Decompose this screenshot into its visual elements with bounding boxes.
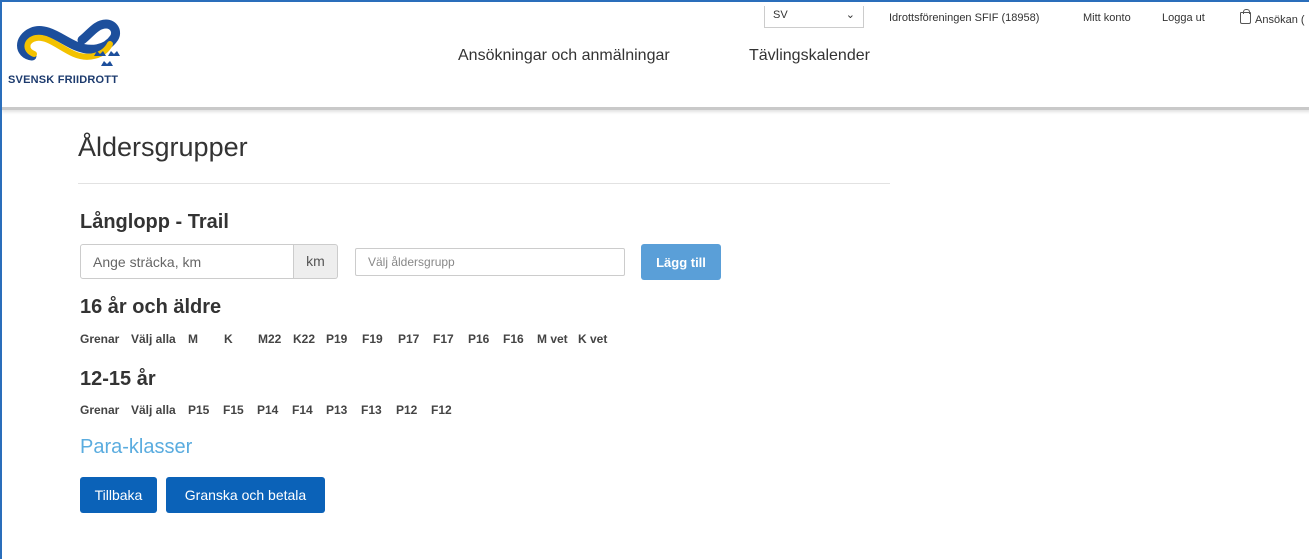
site-header: SVENSK FRIIDROTT Ansökningar och anmälni…	[2, 2, 1309, 110]
distance-input-group: km	[80, 244, 338, 279]
review-and-pay-button[interactable]: Granska och betala	[166, 477, 325, 513]
browser-frame: SVENSK FRIIDROTT Ansökningar och anmälni…	[0, 0, 1309, 559]
class-option[interactable]: K	[224, 332, 233, 346]
class-option[interactable]: P19	[326, 332, 347, 346]
page-title: Åldersgrupper	[78, 132, 248, 162]
class-option[interactable]: F16	[503, 332, 524, 346]
logout-link[interactable]: Logga ut	[1162, 12, 1205, 24]
back-button[interactable]: Tillbaka	[80, 477, 157, 513]
shopping-bag-icon	[1240, 9, 1251, 24]
section-title: Långlopp - Trail	[80, 211, 229, 233]
class-option[interactable]: M vet	[537, 332, 568, 346]
class-option[interactable]: F15	[223, 403, 244, 417]
class-option[interactable]: P14	[257, 403, 278, 417]
class-option[interactable]: P12	[396, 403, 417, 417]
add-button[interactable]: Lägg till	[641, 244, 721, 280]
language-select[interactable]: SV ⌄	[764, 6, 864, 28]
logo-text: SVENSK FRIIDROTT	[8, 74, 119, 86]
class-option[interactable]: F13	[361, 403, 382, 417]
events-label: Grenar	[80, 332, 120, 346]
nav-applications[interactable]: Ansökningar och anmälningar	[458, 47, 670, 65]
age-group-title: 16 år och äldre	[80, 296, 222, 318]
events-label: Grenar	[80, 403, 120, 417]
class-option[interactable]: K vet	[578, 332, 607, 346]
age-group-input[interactable]	[355, 248, 625, 276]
class-option[interactable]: M	[188, 332, 198, 346]
select-all-link[interactable]: Välj alla	[131, 403, 176, 417]
class-option[interactable]: P15	[188, 403, 209, 417]
application-cart-label: Ansökan (	[1255, 14, 1305, 26]
organization-link[interactable]: Idrottsföreningen SFIF (18958)	[889, 12, 1039, 24]
para-classes-link[interactable]: Para-klasser	[80, 436, 192, 459]
distance-unit-addon: km	[294, 244, 338, 279]
application-cart-link[interactable]: Ansökan (	[1240, 9, 1305, 26]
distance-input[interactable]	[80, 244, 294, 279]
class-option[interactable]: F12	[431, 403, 452, 417]
class-option[interactable]: F17	[433, 332, 454, 346]
class-option[interactable]: P17	[398, 332, 419, 346]
title-divider	[78, 183, 890, 184]
class-option[interactable]: F14	[292, 403, 313, 417]
class-option[interactable]: M22	[258, 332, 281, 346]
language-value: SV	[773, 9, 788, 21]
nav-competition-calendar[interactable]: Tävlingskalender	[749, 47, 870, 65]
chevron-down-icon: ⌄	[845, 9, 855, 21]
class-option[interactable]: P13	[326, 403, 347, 417]
class-option[interactable]: P16	[468, 332, 489, 346]
class-option[interactable]: K22	[293, 332, 315, 346]
my-account-link[interactable]: Mitt konto	[1083, 12, 1131, 24]
select-all-link[interactable]: Välj alla	[131, 332, 176, 346]
logo-mark-icon	[17, 19, 121, 66]
class-option[interactable]: F19	[362, 332, 383, 346]
age-group-title: 12-15 år	[80, 368, 156, 390]
